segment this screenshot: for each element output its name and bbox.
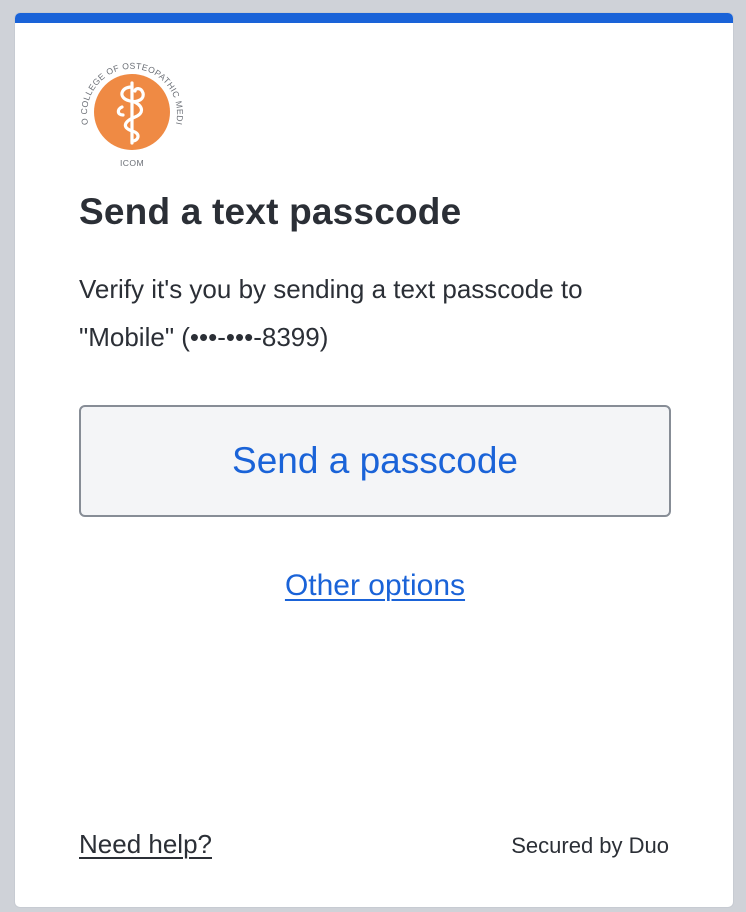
icom-logo: IDAHO COLLEGE OF OSTEOPATHIC MEDICINE IC… <box>75 57 185 168</box>
verification-description: Verify it's you by sending a text passco… <box>79 274 583 352</box>
need-help-link[interactable]: Need help? <box>79 829 212 860</box>
auth-card: IDAHO COLLEGE OF OSTEOPATHIC MEDICINE IC… <box>14 12 734 908</box>
card-accent-bar <box>15 13 733 23</box>
logo-bottom-text: ICOM <box>120 158 144 168</box>
secured-by-duo-label: Secured by Duo <box>511 833 669 858</box>
send-passcode-button[interactable]: Send a passcode <box>79 405 671 517</box>
page-title: Send a text passcode <box>79 191 462 232</box>
other-options-link[interactable]: Other options <box>15 569 733 603</box>
